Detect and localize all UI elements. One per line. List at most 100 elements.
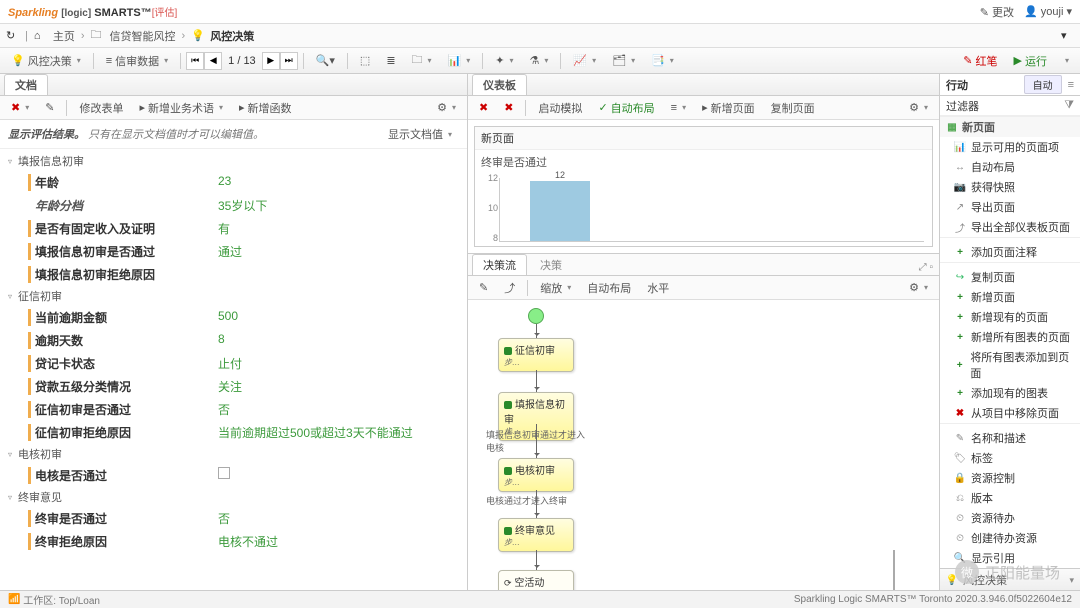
dash-more[interactable]: ⚙ — [902, 98, 935, 117]
action-item[interactable]: 🔍显示引用 — [940, 548, 1080, 568]
action-item[interactable]: +新增所有图表的页面 — [940, 327, 1080, 347]
tb-icon-9[interactable]: 📑 — [644, 51, 681, 70]
pager-last[interactable]: ⏭ — [280, 52, 298, 70]
dashboard-frame-title: 新页面 — [475, 127, 932, 150]
btn-flow-horiz[interactable]: 水平 — [640, 277, 676, 299]
field-value: 35岁以下 — [218, 197, 267, 214]
field-label: 年龄分档 — [28, 197, 218, 214]
rss-icon[interactable]: 📶 — [8, 594, 20, 605]
dash-x2[interactable]: ✖ — [497, 98, 520, 117]
run-options[interactable] — [1056, 53, 1076, 68]
tab-flow[interactable]: 决策流 — [472, 254, 527, 275]
btn-flow-autolayout[interactable]: 自动布局 — [580, 277, 638, 299]
dash-del[interactable]: ✖ — [472, 98, 495, 117]
action-item[interactable]: ↔自动布局 — [940, 157, 1080, 177]
show-doc-values[interactable]: 显示文档值 — [381, 123, 459, 145]
section-header[interactable]: ▿电核初审 — [0, 444, 467, 464]
action-group-header[interactable]: ▦ 新页面 — [940, 116, 1080, 137]
action-item[interactable]: ✖从项目中移除页面 — [940, 403, 1080, 423]
user-menu[interactable]: 👤 youji ▾ — [1024, 5, 1072, 18]
mode-toggle[interactable]: 自动 — [1024, 75, 1062, 94]
section-header[interactable]: ▿征信初审 — [0, 286, 467, 306]
action-item[interactable]: +新增现有的页面 — [940, 307, 1080, 327]
funnel-icon[interactable]: ⧩ — [1064, 99, 1074, 112]
action-item[interactable]: 📷获得快照 — [940, 177, 1080, 197]
btn-zoom[interactable]: 缩放 — [533, 277, 578, 299]
btn-modify-form[interactable]: 修改表单 — [72, 97, 130, 119]
flow-node-1[interactable]: 征信初审步… — [498, 338, 574, 372]
tb-icon-8[interactable]: 🗂 — [605, 51, 642, 70]
btn-new-term[interactable]: ▸新增业务术语 — [132, 97, 230, 119]
action-item[interactable]: ⏲资源待办 — [940, 508, 1080, 528]
tb-icon-5[interactable]: ✦ — [488, 51, 520, 70]
section-header[interactable]: ▿终审意见 — [0, 487, 467, 507]
action-item[interactable]: 🔒资源控制 — [940, 468, 1080, 488]
action-item[interactable]: ✎名称和描述 — [940, 428, 1080, 448]
search-button[interactable]: 🔍▾ — [309, 51, 342, 70]
collapse-icon[interactable]: ▾ — [1061, 29, 1074, 42]
field-value: 500 — [218, 309, 238, 326]
action-item[interactable]: ⤴导出全部仪表板页面 — [940, 217, 1080, 237]
tab-dashboard[interactable]: 仪表板 — [472, 74, 527, 95]
tb-icon-4[interactable]: 📊 — [441, 51, 478, 70]
action-item[interactable]: ⎌版本 — [940, 488, 1080, 508]
action-item[interactable]: ↪复制页面 — [940, 267, 1080, 287]
pager-first[interactable]: ⏮ — [186, 52, 204, 70]
actions-menu-icon[interactable]: ≡ — [1068, 79, 1074, 91]
doc-more[interactable]: ⚙ — [430, 98, 463, 117]
flow-edit[interactable]: ✎ — [472, 278, 495, 297]
action-item[interactable]: +将所有图表添加到页面 — [940, 347, 1080, 383]
risk-decision-dropdown[interactable]: 💡 风控决策 — [4, 50, 88, 72]
field-value: 止付 — [218, 355, 242, 372]
dashboard-frame: 新页面 终审是否通过 8101212 — [474, 126, 933, 247]
tb-icon-3[interactable]: 🗀 — [405, 48, 439, 73]
redpen-button[interactable]: ✎ 红笔 — [956, 50, 1004, 72]
flow-start-node[interactable] — [528, 308, 544, 324]
pager-next[interactable]: ▶ — [262, 52, 280, 70]
btn-new-func[interactable]: ▸新增函数 — [232, 97, 299, 119]
section-header[interactable]: ▿填报信息初审 — [0, 151, 467, 171]
bc-home[interactable]: 主页 — [53, 28, 75, 44]
flow-more[interactable]: ⚙ — [902, 278, 935, 297]
doc-del[interactable]: ✖ — [4, 98, 36, 117]
tab-decision[interactable]: 决策 — [529, 254, 573, 275]
btn-new-page[interactable]: ▸新增页面 — [695, 97, 762, 119]
action-item[interactable]: ↗导出页面 — [940, 197, 1080, 217]
flow-share[interactable]: ⤴ — [497, 277, 522, 299]
action-item[interactable]: +新增页面 — [940, 287, 1080, 307]
bc-project[interactable]: 信贷智能风控 — [110, 28, 176, 44]
flow-node-4[interactable]: 终审意见步… — [498, 518, 574, 552]
action-item[interactable]: 📊显示可用的页面项 — [940, 137, 1080, 157]
flow-node-5[interactable]: ⟳ 空活动步… — [498, 570, 574, 590]
breadcrumb: ↻ | ⌂ 主页 › 🗀 信贷智能风控 › 💡 风控决策 ▾ — [0, 24, 1080, 48]
status-bar: 📶 工作区: Top/Loan Sparkling Logic SMARTS™ … — [0, 590, 1080, 608]
flow-node-3[interactable]: 电核初审步… — [498, 458, 574, 492]
action-item[interactable]: ⏲创建待办资源 — [940, 528, 1080, 548]
doc-edit[interactable]: ✎ — [38, 98, 61, 117]
home-icon[interactable]: ⌂ — [34, 29, 47, 42]
refresh-icon[interactable]: ↻ — [6, 29, 19, 42]
tab-document[interactable]: 文档 — [4, 74, 48, 95]
tb-icon-6[interactable]: ⚗ — [523, 51, 556, 70]
kv-row: 贷款五级分类情况关注 — [0, 375, 467, 398]
btn-start-sim[interactable]: 启动模拟 — [531, 97, 589, 119]
flow-winctl[interactable]: ⤢ ▫ — [913, 260, 939, 275]
btn-copy-page[interactable]: 复制页面 — [764, 97, 822, 119]
run-button[interactable]: ▶ 运行 — [1007, 50, 1054, 72]
credit-data-dropdown[interactable]: ≡ 信审数据 — [99, 50, 175, 72]
tb-icon-1[interactable]: ⬚ — [353, 51, 377, 70]
accordion-header[interactable]: 💡风控决策▾ — [940, 568, 1080, 590]
tb-icon-2[interactable]: ≣ — [379, 51, 402, 70]
action-item[interactable]: +添加页面注释 — [940, 242, 1080, 262]
field-label: 贷记卡状态 — [28, 355, 218, 372]
flow-canvas[interactable]: 征信初审步… 填报信息初审步… 填报信息初审通过才进入电核 电核初审步… 电核通… — [468, 300, 939, 590]
pager-prev[interactable]: ◀ — [204, 52, 222, 70]
btn-auto-layout[interactable]: ✓ 自动布局 — [591, 97, 661, 119]
action-item[interactable]: +添加现有的图表 — [940, 383, 1080, 403]
dash-opt[interactable]: ≡ — [664, 99, 693, 117]
change-link[interactable]: ✎ 更改 — [980, 4, 1014, 20]
action-item[interactable]: 🏷标签 — [940, 448, 1080, 468]
checkbox[interactable] — [218, 467, 230, 479]
doc-tabbar: 文档 — [0, 74, 467, 96]
tb-icon-7[interactable]: 📈 — [566, 51, 603, 70]
